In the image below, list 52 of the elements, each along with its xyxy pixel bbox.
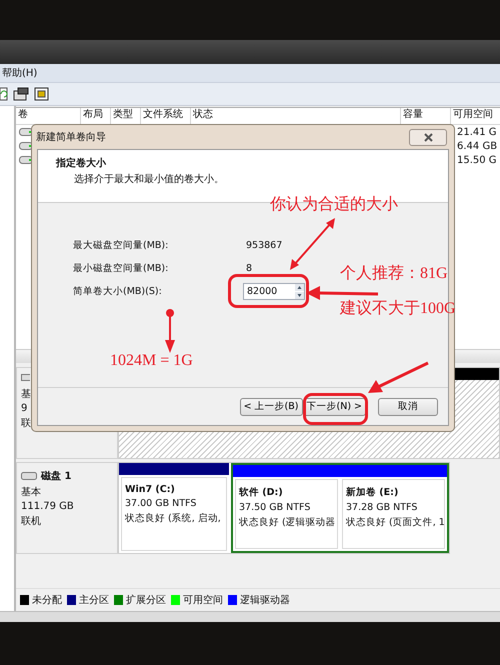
annotation-text: 你认为合适的大小 bbox=[270, 194, 398, 215]
highlight-frame bbox=[303, 393, 368, 425]
drive-icon bbox=[19, 156, 33, 164]
legend-label: 逻辑驱动器 bbox=[240, 594, 290, 607]
close-icon[interactable] bbox=[424, 132, 432, 142]
table-cell-text: 15.50 G bbox=[457, 154, 498, 166]
field-value: 953867 bbox=[246, 240, 282, 251]
legend-label: 未分配 bbox=[32, 594, 62, 607]
disk-info-text: 联 bbox=[21, 417, 32, 430]
arrow bbox=[368, 362, 429, 393]
arrow bbox=[165, 309, 175, 353]
disk-status: 联机 bbox=[21, 514, 42, 528]
annotation-text: 个人推荐：81G bbox=[340, 264, 448, 284]
up-arrow-icon[interactable] bbox=[295, 284, 304, 291]
partition-title: Win7 (C:) bbox=[125, 484, 176, 495]
close-button[interactable] bbox=[409, 128, 447, 146]
refresh-icon[interactable] bbox=[0, 87, 8, 101]
field-label: 简单卷大小(MB)(S): bbox=[73, 285, 163, 298]
column-header[interactable]: 可用空间 bbox=[451, 108, 500, 124]
disk-type: 基本 bbox=[21, 486, 42, 499]
legend-label: 扩展分区 bbox=[126, 594, 166, 607]
down-arrow-icon[interactable] bbox=[295, 292, 304, 299]
drive-icon bbox=[19, 128, 33, 136]
drive-icon bbox=[19, 142, 33, 150]
annotation-text: 1024M = 1G bbox=[110, 352, 193, 370]
double-arrow bbox=[290, 218, 335, 270]
partition-status: 状态良好 (系统, 启动, bbox=[125, 512, 222, 525]
table-cell-text: 6.44 GB bbox=[457, 140, 498, 152]
field-label: 最大磁盘空间量(MB): bbox=[73, 239, 170, 252]
disk-info-text: 9 bbox=[21, 403, 28, 414]
table-cell-text: 21.41 G bbox=[457, 126, 498, 138]
partition-size: 37.50 GB NTFS bbox=[239, 502, 312, 513]
disk-info-text: 基 bbox=[21, 388, 32, 401]
dialog-title: 新建简单卷向导 bbox=[36, 130, 106, 144]
partition-status: 状态良好 (逻辑驱动器 bbox=[239, 516, 334, 529]
properties-icon[interactable] bbox=[13, 87, 29, 101]
field-label: 最小磁盘空间量(MB): bbox=[73, 262, 170, 275]
partition-title: 新加卷 (E:) bbox=[346, 486, 400, 499]
disk-size: 111.79 GB bbox=[21, 501, 75, 512]
menu-item[interactable]: 帮助(H) bbox=[2, 66, 38, 80]
step-description: 选择介于最大和最小值的卷大小。 bbox=[73, 172, 225, 186]
partition-size: 37.00 GB NTFS bbox=[125, 498, 198, 509]
size-spinbox[interactable]: 82000 bbox=[243, 283, 305, 300]
legend-label: 可用空间 bbox=[183, 594, 223, 607]
disk-name: 磁盘 1 bbox=[41, 470, 72, 483]
partition-title: 软件 (D:) bbox=[239, 486, 284, 499]
partition-size: 37.28 GB NTFS bbox=[346, 502, 418, 513]
wizard-button[interactable]: < 上一步(B) bbox=[240, 398, 302, 416]
step-heading: 指定卷大小 bbox=[56, 156, 107, 170]
wizard-button[interactable]: 取消 bbox=[378, 398, 438, 416]
field-value: 8 bbox=[246, 263, 252, 274]
legend-label: 主分区 bbox=[79, 594, 109, 607]
